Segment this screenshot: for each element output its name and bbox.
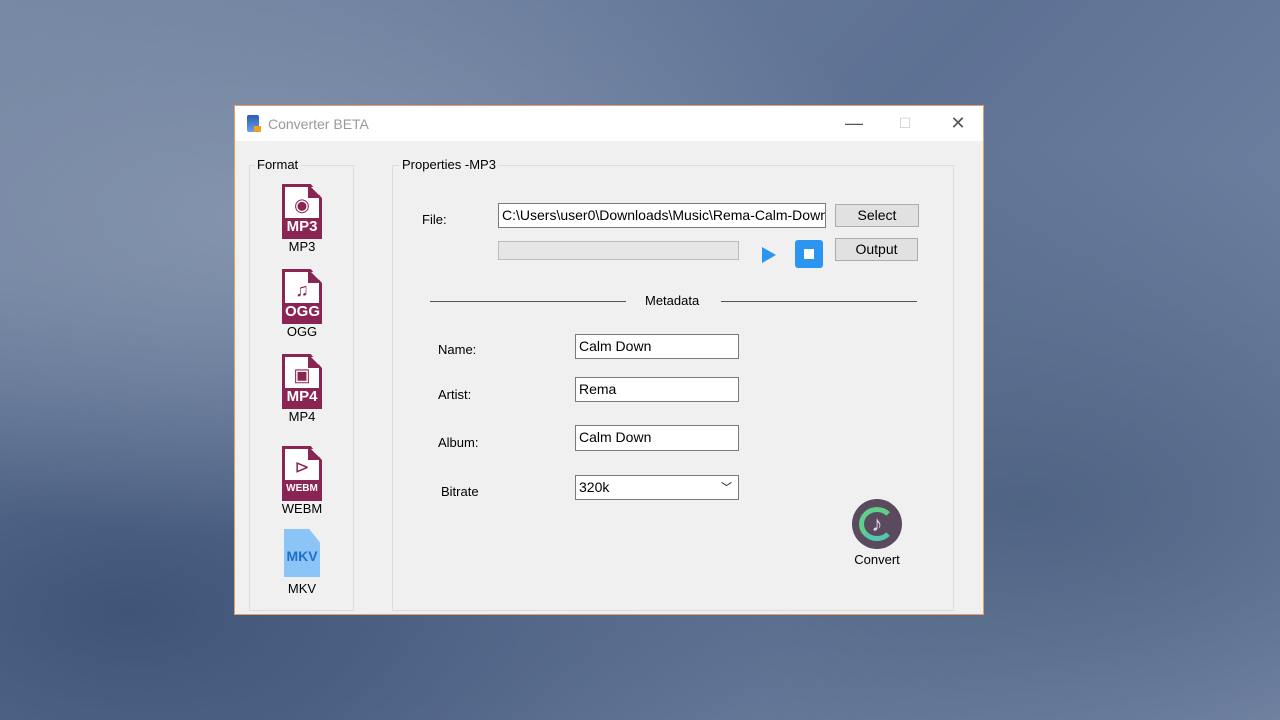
stop-button[interactable] xyxy=(795,240,823,268)
format-mkv[interactable]: MKV MKV xyxy=(250,529,354,596)
metadata-divider-left xyxy=(430,301,626,302)
format-mp4[interactable]: ▣ MP4 MP4 xyxy=(250,354,354,424)
webm-file-icon: ⊳ WEBM xyxy=(282,446,322,501)
format-label: Format xyxy=(254,157,302,172)
artist-input[interactable]: Rema xyxy=(575,377,739,402)
converter-window: Converter BETA — ☐ ✕ Format ◉ MP3 MP3 ♫ OG… xyxy=(234,105,984,615)
minimize-button[interactable]: — xyxy=(831,106,877,141)
metadata-divider-right xyxy=(721,301,917,302)
output-button[interactable]: Output xyxy=(835,238,918,261)
bitrate-label: Bitrate xyxy=(441,484,479,499)
convert-label: Convert xyxy=(854,552,900,567)
bitrate-value: 320k xyxy=(579,479,610,495)
window-title: Converter BETA xyxy=(268,116,369,132)
bitrate-select[interactable]: 320k ﹀ xyxy=(575,475,739,500)
name-label: Name: xyxy=(438,342,477,357)
convert-button[interactable]: ♪ Convert xyxy=(835,499,919,569)
name-input[interactable]: Calm Down xyxy=(575,334,739,359)
artist-label: Artist: xyxy=(438,387,472,402)
file-label: File: xyxy=(422,212,447,227)
select-button[interactable]: Select xyxy=(835,204,919,227)
stop-icon xyxy=(804,249,814,259)
convert-icon: ♪ xyxy=(852,499,902,549)
format-label-mkv: MKV xyxy=(287,581,317,596)
format-webm[interactable]: ⊳ WEBM WEBM xyxy=(250,446,354,516)
metadata-label: Metadata xyxy=(645,293,700,308)
file-path-input[interactable]: C:\Users\user0\Downloads\Music\Rema-Calm… xyxy=(498,203,826,228)
ogg-file-icon: ♫ OGG xyxy=(282,269,322,324)
format-label-webm: WEBM xyxy=(281,501,323,516)
properties-label: Properties -MP3 xyxy=(399,157,499,172)
format-mp3[interactable]: ◉ MP3 MP3 xyxy=(250,184,354,254)
maximize-button[interactable]: ☐ xyxy=(882,106,928,141)
play-icon[interactable] xyxy=(762,247,776,263)
title-bar: Converter BETA — ☐ ✕ xyxy=(235,106,983,141)
chevron-down-icon: ﹀ xyxy=(721,482,732,494)
close-button[interactable]: ✕ xyxy=(935,106,981,141)
mp3-file-icon: ◉ MP3 xyxy=(282,184,322,239)
mp4-file-icon: ▣ MP4 xyxy=(282,354,322,409)
album-label: Album: xyxy=(438,435,479,450)
app-icon xyxy=(247,115,261,132)
format-label-mp3: MP3 xyxy=(288,239,316,254)
mkv-file-icon: MKV xyxy=(284,529,320,577)
format-ogg[interactable]: ♫ OGG OGG xyxy=(250,269,354,339)
album-input[interactable]: Calm Down xyxy=(575,425,739,451)
format-group: Format ◉ MP3 MP3 ♫ OGG OGG ▣ MP4 MP4 ⊳ WEBM … xyxy=(249,157,354,611)
format-label-ogg: OGG xyxy=(286,324,318,339)
progress-bar xyxy=(498,241,739,260)
format-label-mp4: MP4 xyxy=(288,409,316,424)
